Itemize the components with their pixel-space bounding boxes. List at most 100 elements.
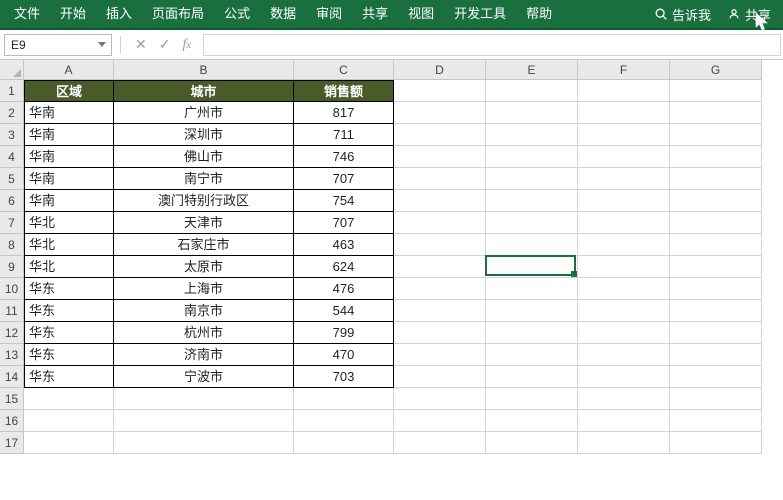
column-header-A[interactable]: A: [24, 60, 114, 80]
cell-B12[interactable]: 杭州市: [114, 322, 294, 344]
cell-A3[interactable]: 华南: [24, 124, 114, 146]
cell-A8[interactable]: 华北: [24, 234, 114, 256]
cell-F7[interactable]: [578, 212, 670, 234]
row-header-3[interactable]: 3: [0, 124, 24, 146]
row-header-9[interactable]: 9: [0, 256, 24, 278]
cell-G3[interactable]: [670, 124, 762, 146]
cell-B8[interactable]: 石家庄市: [114, 234, 294, 256]
cell-E3[interactable]: [486, 124, 578, 146]
cell-D16[interactable]: [394, 410, 486, 432]
cell-C15[interactable]: [294, 388, 394, 410]
cell-B1[interactable]: 城市: [114, 80, 294, 102]
cell-E16[interactable]: [486, 410, 578, 432]
column-header-C[interactable]: C: [294, 60, 394, 80]
cell-A13[interactable]: 华东: [24, 344, 114, 366]
cell-B7[interactable]: 天津市: [114, 212, 294, 234]
row-header-16[interactable]: 16: [0, 410, 24, 432]
cell-A11[interactable]: 华东: [24, 300, 114, 322]
select-all-corner[interactable]: [0, 60, 24, 80]
menu-tab-file[interactable]: 文件: [4, 0, 50, 28]
cell-D12[interactable]: [394, 322, 486, 344]
cell-C17[interactable]: [294, 432, 394, 454]
row-header-12[interactable]: 12: [0, 322, 24, 344]
column-header-E[interactable]: E: [486, 60, 578, 80]
menu-tab-review[interactable]: 审阅: [306, 0, 352, 28]
cell-D5[interactable]: [394, 168, 486, 190]
menu-tab-dev[interactable]: 开发工具: [444, 0, 516, 28]
cell-G10[interactable]: [670, 278, 762, 300]
cell-G7[interactable]: [670, 212, 762, 234]
cell-F3[interactable]: [578, 124, 670, 146]
cell-E4[interactable]: [486, 146, 578, 168]
cell-E12[interactable]: [486, 322, 578, 344]
row-header-17[interactable]: 17: [0, 432, 24, 454]
column-header-D[interactable]: D: [394, 60, 486, 80]
cell-E7[interactable]: [486, 212, 578, 234]
cell-E1[interactable]: [486, 80, 578, 102]
cell-F14[interactable]: [578, 366, 670, 388]
fx-icon[interactable]: fx: [182, 37, 190, 53]
cell-F2[interactable]: [578, 102, 670, 124]
cell-E10[interactable]: [486, 278, 578, 300]
menu-tab-insert[interactable]: 插入: [96, 0, 142, 28]
cell-G17[interactable]: [670, 432, 762, 454]
cell-F15[interactable]: [578, 388, 670, 410]
menu-tab-formulas[interactable]: 公式: [214, 0, 260, 28]
cell-B3[interactable]: 深圳市: [114, 124, 294, 146]
column-header-B[interactable]: B: [114, 60, 294, 80]
cell-A16[interactable]: [24, 410, 114, 432]
cell-B9[interactable]: 太原市: [114, 256, 294, 278]
cell-F12[interactable]: [578, 322, 670, 344]
cell-B5[interactable]: 南宁市: [114, 168, 294, 190]
cell-F8[interactable]: [578, 234, 670, 256]
cell-A4[interactable]: 华南: [24, 146, 114, 168]
row-header-4[interactable]: 4: [0, 146, 24, 168]
cell-D9[interactable]: [394, 256, 486, 278]
cell-A1[interactable]: 区域: [24, 80, 114, 102]
cell-F9[interactable]: [578, 256, 670, 278]
name-box[interactable]: E9: [4, 34, 112, 56]
tellme-button[interactable]: 告诉我: [646, 5, 719, 24]
cell-G5[interactable]: [670, 168, 762, 190]
menu-tab-view[interactable]: 视图: [398, 0, 444, 28]
cell-G14[interactable]: [670, 366, 762, 388]
cell-C12[interactable]: 799: [294, 322, 394, 344]
cell-D14[interactable]: [394, 366, 486, 388]
cell-G4[interactable]: [670, 146, 762, 168]
cell-C1[interactable]: 销售额: [294, 80, 394, 102]
cell-C5[interactable]: 707: [294, 168, 394, 190]
column-header-G[interactable]: G: [670, 60, 762, 80]
menu-tab-data[interactable]: 数据: [260, 0, 306, 28]
cell-D8[interactable]: [394, 234, 486, 256]
cell-E15[interactable]: [486, 388, 578, 410]
column-header-F[interactable]: F: [578, 60, 670, 80]
cell-E14[interactable]: [486, 366, 578, 388]
cell-D13[interactable]: [394, 344, 486, 366]
cell-D3[interactable]: [394, 124, 486, 146]
cell-C13[interactable]: 470: [294, 344, 394, 366]
cell-F5[interactable]: [578, 168, 670, 190]
cell-B13[interactable]: 济南市: [114, 344, 294, 366]
cell-B11[interactable]: 南京市: [114, 300, 294, 322]
cell-E9[interactable]: [486, 256, 578, 278]
cell-F16[interactable]: [578, 410, 670, 432]
cell-D11[interactable]: [394, 300, 486, 322]
cell-A15[interactable]: [24, 388, 114, 410]
cell-F1[interactable]: [578, 80, 670, 102]
cell-B6[interactable]: 澳门特别行政区: [114, 190, 294, 212]
cell-E5[interactable]: [486, 168, 578, 190]
menu-tab-share[interactable]: 共享: [352, 0, 398, 28]
cell-D15[interactable]: [394, 388, 486, 410]
row-header-2[interactable]: 2: [0, 102, 24, 124]
row-header-13[interactable]: 13: [0, 344, 24, 366]
cell-B2[interactable]: 广州市: [114, 102, 294, 124]
menu-tab-help[interactable]: 帮助: [516, 0, 562, 28]
row-header-14[interactable]: 14: [0, 366, 24, 388]
cell-A7[interactable]: 华北: [24, 212, 114, 234]
cell-A14[interactable]: 华东: [24, 366, 114, 388]
cell-F4[interactable]: [578, 146, 670, 168]
cell-D6[interactable]: [394, 190, 486, 212]
cell-G9[interactable]: [670, 256, 762, 278]
row-header-7[interactable]: 7: [0, 212, 24, 234]
cell-A10[interactable]: 华东: [24, 278, 114, 300]
